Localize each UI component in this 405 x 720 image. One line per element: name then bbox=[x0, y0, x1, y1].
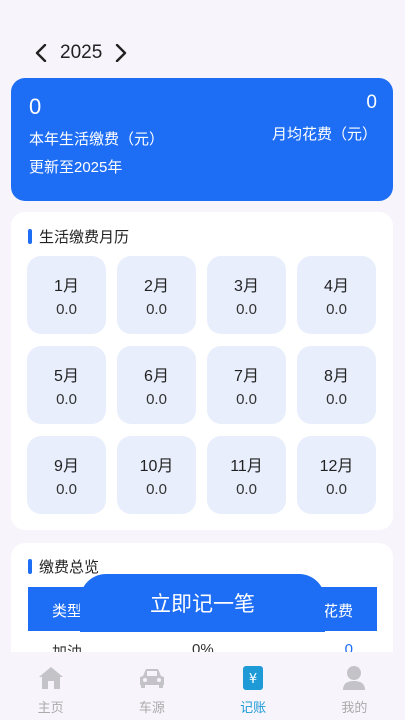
month-cell[interactable]: 10月 0.0 bbox=[117, 436, 196, 514]
car-icon bbox=[138, 664, 166, 692]
month-amount: 0.0 bbox=[146, 391, 167, 408]
svg-text:¥: ¥ bbox=[249, 672, 257, 687]
status-bar bbox=[0, 0, 405, 24]
month-cell[interactable]: 11月 0.0 bbox=[207, 436, 286, 514]
year-nav: 2025 bbox=[30, 38, 132, 68]
chevron-right-icon[interactable] bbox=[110, 38, 132, 68]
month-cell[interactable]: 7月 0.0 bbox=[207, 346, 286, 424]
month-cell[interactable]: 5月 0.0 bbox=[27, 346, 106, 424]
month-amount: 0.0 bbox=[56, 301, 77, 318]
title-accent-bar bbox=[28, 229, 32, 244]
column-header-cost: 花费 bbox=[322, 603, 353, 620]
month-grid: 1月 0.0 2月 0.0 3月 0.0 4月 0.0 5月 0.0 6月 0.0 7月 0.… bbox=[27, 256, 379, 514]
updated-label: 更新至2025年 bbox=[29, 159, 123, 176]
overview-title: 缴费总览 bbox=[28, 556, 99, 577]
bottom-tab-bar: 主页 车源 ¥ 记账 我的 bbox=[0, 652, 405, 720]
month-name: 1月 bbox=[54, 278, 79, 295]
tab-home[interactable]: 主页 bbox=[0, 652, 101, 720]
tab-cars-label: 车源 bbox=[138, 700, 165, 715]
chevron-left-icon[interactable] bbox=[30, 38, 52, 68]
calendar-title-text: 生活缴费月历 bbox=[39, 229, 130, 246]
month-amount: 0.0 bbox=[56, 481, 77, 498]
month-name: 5月 bbox=[54, 368, 79, 385]
month-amount: 0.0 bbox=[326, 481, 347, 498]
quick-record-button[interactable]: 立即记一笔 bbox=[80, 574, 325, 632]
annual-total-value: 0 bbox=[29, 94, 42, 119]
monthly-average-value: 0 bbox=[366, 92, 377, 113]
month-amount: 0.0 bbox=[236, 391, 257, 408]
tab-profile[interactable]: 我的 bbox=[304, 652, 405, 720]
tab-ledger[interactable]: ¥ 记账 bbox=[203, 652, 304, 720]
month-name: 7月 bbox=[234, 368, 259, 385]
month-name: 12月 bbox=[319, 458, 354, 475]
monthly-calendar-card: 生活缴费月历 1月 0.0 2月 0.0 3月 0.0 4月 0.0 5月 0.0 6月 0… bbox=[11, 212, 393, 530]
month-cell[interactable]: 12月 0.0 bbox=[297, 436, 376, 514]
month-cell[interactable]: 4月 0.0 bbox=[297, 256, 376, 334]
month-name: 9月 bbox=[54, 458, 79, 475]
month-amount: 0.0 bbox=[236, 481, 257, 498]
month-cell[interactable]: 6月 0.0 bbox=[117, 346, 196, 424]
month-amount: 0.0 bbox=[326, 391, 347, 408]
month-name: 10月 bbox=[139, 458, 174, 475]
title-accent-bar bbox=[28, 559, 32, 574]
month-cell[interactable]: 9月 0.0 bbox=[27, 436, 106, 514]
month-name: 11月 bbox=[230, 458, 263, 475]
month-cell[interactable]: 3月 0.0 bbox=[207, 256, 286, 334]
month-cell[interactable]: 1月 0.0 bbox=[27, 256, 106, 334]
month-name: 2月 bbox=[144, 278, 169, 295]
tab-profile-label: 我的 bbox=[341, 700, 368, 715]
month-name: 3月 bbox=[234, 278, 259, 295]
month-cell[interactable]: 2月 0.0 bbox=[117, 256, 196, 334]
month-amount: 0.0 bbox=[236, 301, 257, 318]
annual-total-label: 本年生活缴费（元） bbox=[29, 131, 165, 148]
month-cell[interactable]: 8月 0.0 bbox=[297, 346, 376, 424]
overview-title-text: 缴费总览 bbox=[39, 559, 100, 576]
tab-cars[interactable]: 车源 bbox=[101, 652, 202, 720]
month-amount: 0.0 bbox=[326, 301, 347, 318]
home-icon bbox=[37, 664, 65, 692]
month-amount: 0.0 bbox=[146, 301, 167, 318]
month-amount: 0.0 bbox=[56, 391, 77, 408]
calendar-title: 生活缴费月历 bbox=[28, 226, 129, 247]
monthly-average-label: 月均花费（元） bbox=[271, 126, 377, 143]
column-header-type: 类型 bbox=[52, 603, 83, 620]
year-label: 2025 bbox=[60, 42, 103, 63]
summary-card: 0 本年生活缴费（元） 更新至2025年 0 月均花费（元） bbox=[11, 78, 393, 201]
month-amount: 0.0 bbox=[146, 481, 167, 498]
tab-home-label: 主页 bbox=[37, 700, 64, 715]
month-name: 6月 bbox=[144, 368, 169, 385]
ledger-icon: ¥ bbox=[239, 664, 267, 692]
tab-ledger-label: 记账 bbox=[240, 700, 267, 715]
profile-icon bbox=[340, 664, 368, 692]
month-name: 4月 bbox=[324, 278, 349, 295]
month-name: 8月 bbox=[324, 368, 349, 385]
